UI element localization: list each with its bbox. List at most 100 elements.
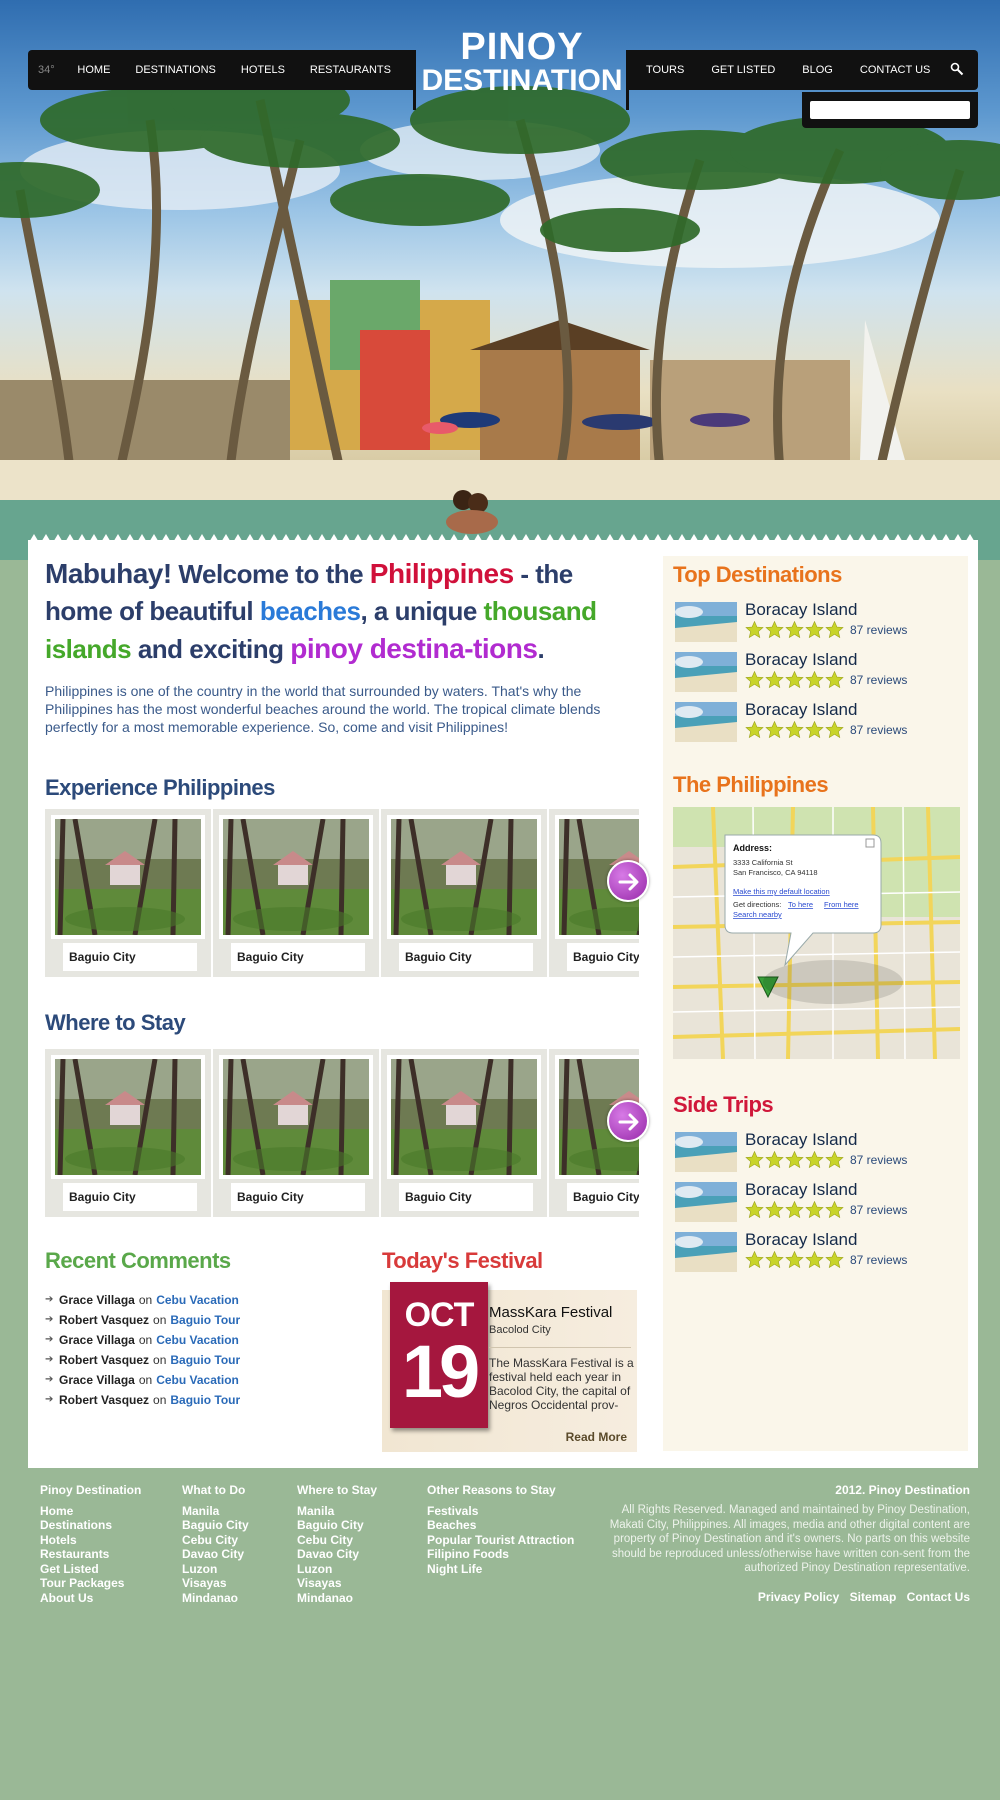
- footer-link[interactable]: Get Listed: [40, 1562, 141, 1577]
- side-trip-item[interactable]: Boracay Island 87 reviews: [675, 1130, 965, 1174]
- side-trip-item[interactable]: Boracay Island 87 reviews: [675, 1180, 965, 1224]
- experience-item[interactable]: Baguio City: [213, 809, 379, 977]
- intro-description: Philippines is one of the country in the…: [45, 683, 601, 735]
- destination-thumbnail: [675, 1232, 737, 1272]
- read-more-link[interactable]: Read More: [566, 1430, 627, 1444]
- footer-link[interactable]: Baguio City: [297, 1518, 377, 1533]
- footer-link[interactable]: Filipino Foods: [427, 1547, 574, 1562]
- footer-link[interactable]: Manila: [297, 1504, 377, 1519]
- footer-link[interactable]: Night Life: [427, 1562, 574, 1577]
- review-count[interactable]: 87 reviews: [850, 1153, 907, 1167]
- map-from-here-link[interactable]: From here: [824, 900, 859, 909]
- destination-name[interactable]: Boracay Island: [745, 600, 857, 620]
- footer-link[interactable]: Restaurants: [40, 1547, 141, 1562]
- review-count[interactable]: 87 reviews: [850, 723, 907, 737]
- stay-item[interactable]: Baguio City: [381, 1049, 547, 1217]
- footer-link[interactable]: Luzon: [182, 1562, 249, 1577]
- nav-home[interactable]: HOME: [77, 64, 110, 76]
- review-count[interactable]: 87 reviews: [850, 1203, 907, 1217]
- star-icon: [825, 671, 844, 688]
- footer-link[interactable]: Visayas: [297, 1576, 377, 1591]
- footer-link[interactable]: Baguio City: [182, 1518, 249, 1533]
- footer-link[interactable]: Luzon: [297, 1562, 377, 1577]
- footer-link[interactable]: Tour Packages: [40, 1576, 141, 1591]
- contact-us-link[interactable]: Contact Us: [907, 1590, 970, 1604]
- destination-name[interactable]: Boracay Island: [745, 650, 857, 670]
- footer-link[interactable]: About Us: [40, 1591, 141, 1606]
- star-icon: [765, 1201, 784, 1218]
- search-input[interactable]: [810, 101, 970, 119]
- comment-post-link[interactable]: Cebu Vacation: [156, 1290, 239, 1310]
- map[interactable]: Address: 3333 California St San Francisc…: [673, 807, 960, 1059]
- footer-link[interactable]: Popular Tourist Attraction: [427, 1533, 574, 1548]
- comment-post-link[interactable]: Cebu Vacation: [156, 1370, 239, 1390]
- review-count[interactable]: 87 reviews: [850, 673, 907, 687]
- comment-post-link[interactable]: Baguio Tour: [170, 1310, 240, 1330]
- map-default-location-link[interactable]: Make this my default location: [733, 887, 830, 896]
- nav-blog[interactable]: BLOG: [802, 64, 833, 76]
- nav-hotels[interactable]: HOTELS: [241, 64, 285, 76]
- search-icon[interactable]: [950, 62, 964, 76]
- festival-name[interactable]: MassKara Festival: [489, 1304, 612, 1321]
- privacy-policy-link[interactable]: Privacy Policy: [758, 1590, 839, 1604]
- stay-item[interactable]: Baguio City: [45, 1049, 211, 1217]
- top-destination-item[interactable]: Boracay Island 87 reviews: [675, 650, 965, 694]
- map-search-nearby-link[interactable]: Search nearby: [733, 910, 782, 919]
- footer-link[interactable]: Davao City: [297, 1547, 377, 1562]
- footer-link[interactable]: Visayas: [182, 1576, 249, 1591]
- stay-item[interactable]: Baguio City: [213, 1049, 379, 1217]
- nav-restaurants[interactable]: RESTAURANTS: [310, 64, 391, 76]
- sitemap-link[interactable]: Sitemap: [850, 1590, 897, 1604]
- nav-destinations[interactable]: DESTINATIONS: [135, 64, 215, 76]
- footer-link[interactable]: Mindanao: [297, 1591, 377, 1606]
- comment-post-link[interactable]: Cebu Vacation: [156, 1330, 239, 1350]
- intro-text-3: , a unique: [360, 596, 484, 626]
- destination-name[interactable]: Boracay Island: [745, 1130, 857, 1150]
- comment-post-link[interactable]: Baguio Tour: [170, 1350, 240, 1370]
- nav-contact-us[interactable]: CONTACT US: [860, 64, 931, 76]
- footer-link[interactable]: Festivals: [427, 1504, 574, 1519]
- intro-block: Mabuhay! Welcome to the Philippines - th…: [45, 555, 635, 736]
- map-to-here-link[interactable]: To here: [788, 900, 813, 909]
- site-logo[interactable]: PINOY DESTINATION: [416, 24, 628, 108]
- comment-post-link[interactable]: Baguio Tour: [170, 1390, 240, 1410]
- experience-item[interactable]: Baguio City: [381, 809, 547, 977]
- top-destination-item[interactable]: Boracay Island 87 reviews: [675, 600, 965, 644]
- experience-next-arrow-icon[interactable]: [607, 860, 649, 902]
- star-icon: [765, 1251, 784, 1268]
- top-destination-item[interactable]: Boracay Island 87 reviews: [675, 700, 965, 744]
- comment-on: on: [153, 1353, 167, 1367]
- review-count[interactable]: 87 reviews: [850, 623, 907, 637]
- review-count[interactable]: 87 reviews: [850, 1253, 907, 1267]
- comment-author[interactable]: Robert Vasquez: [59, 1310, 149, 1330]
- star-icon: [745, 1201, 764, 1218]
- footer-link[interactable]: Cebu City: [297, 1533, 377, 1548]
- footer-link[interactable]: Davao City: [182, 1547, 249, 1562]
- destination-name[interactable]: Boracay Island: [745, 1230, 857, 1250]
- footer-link[interactable]: Hotels: [40, 1533, 141, 1548]
- comment-author[interactable]: Robert Vasquez: [59, 1350, 149, 1370]
- footer-link[interactable]: Mindanao: [182, 1591, 249, 1606]
- gallery-caption: Baguio City: [63, 943, 197, 971]
- footer-link[interactable]: Beaches: [427, 1518, 574, 1533]
- comment-author[interactable]: Grace Villaga: [59, 1290, 135, 1310]
- nav-get-listed[interactable]: GET LISTED: [711, 64, 775, 76]
- search-bar: [802, 92, 978, 128]
- footer-link[interactable]: Home: [40, 1504, 141, 1519]
- stay-next-arrow-icon[interactable]: [607, 1100, 649, 1142]
- map-graphic: Address: 3333 California St San Francisc…: [673, 807, 960, 1059]
- comment-author[interactable]: Grace Villaga: [59, 1330, 135, 1350]
- destination-thumbnail: [675, 652, 737, 692]
- comment-author[interactable]: Grace Villaga: [59, 1370, 135, 1390]
- gallery-caption: Baguio City: [399, 943, 533, 971]
- side-trip-item[interactable]: Boracay Island 87 reviews: [675, 1230, 965, 1274]
- comment-author[interactable]: Robert Vasquez: [59, 1390, 149, 1410]
- copyright-text: All Rights Reserved. Managed and maintai…: [609, 1504, 970, 1574]
- footer-link[interactable]: Destinations: [40, 1518, 141, 1533]
- footer-link[interactable]: Cebu City: [182, 1533, 249, 1548]
- nav-tours[interactable]: TOURS: [646, 64, 684, 76]
- experience-item[interactable]: Baguio City: [45, 809, 211, 977]
- destination-name[interactable]: Boracay Island: [745, 700, 857, 720]
- destination-name[interactable]: Boracay Island: [745, 1180, 857, 1200]
- footer-link[interactable]: Manila: [182, 1504, 249, 1519]
